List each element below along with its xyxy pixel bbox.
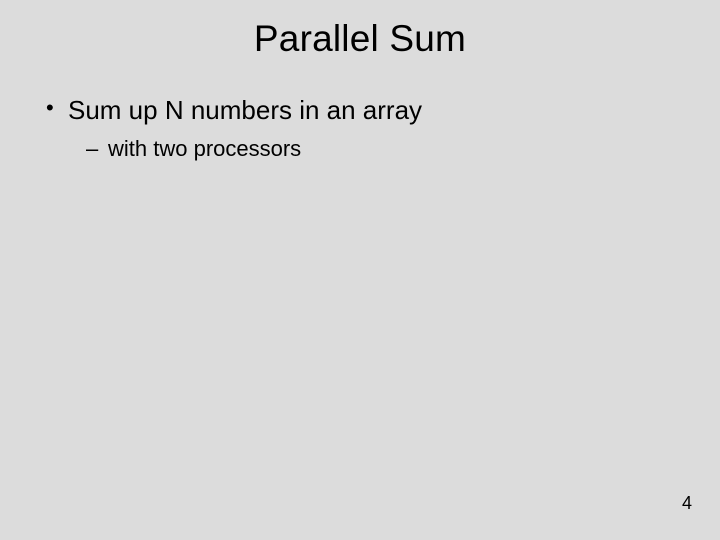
slide-title: Parallel Sum bbox=[0, 0, 720, 60]
slide: Parallel Sum Sum up N numbers in an arra… bbox=[0, 0, 720, 540]
slide-body: Sum up N numbers in an array with two pr… bbox=[0, 60, 720, 163]
bullet-level-1: Sum up N numbers in an array bbox=[40, 94, 680, 127]
bullet-level-2: with two processors bbox=[40, 135, 680, 164]
page-number: 4 bbox=[682, 493, 692, 514]
